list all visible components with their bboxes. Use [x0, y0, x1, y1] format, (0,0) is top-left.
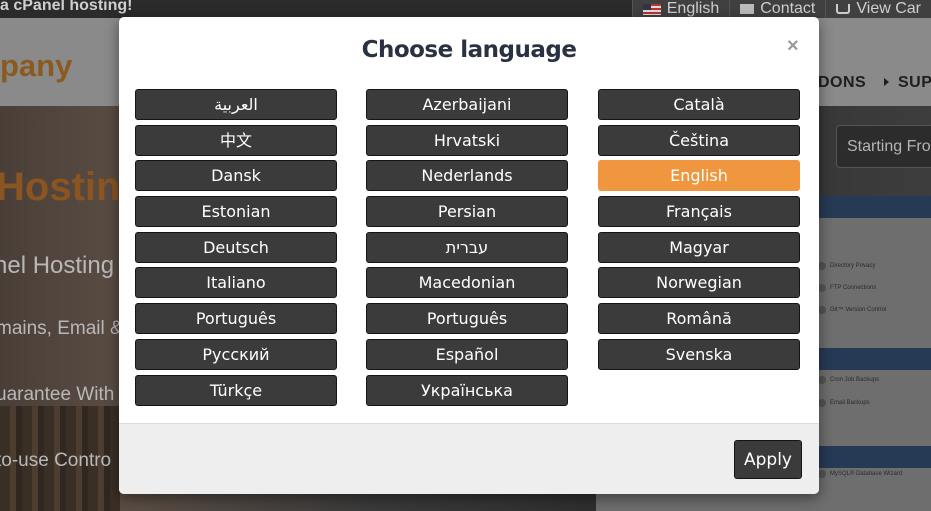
language-option[interactable]: Dansk [135, 160, 337, 192]
language-option[interactable]: Español [366, 338, 568, 370]
language-option[interactable]: Română [598, 303, 800, 335]
language-option[interactable]: Français [598, 196, 800, 228]
language-option[interactable]: Persian [366, 196, 568, 228]
language-option[interactable]: Estonian [135, 196, 337, 228]
language-option[interactable]: Português [366, 303, 568, 335]
language-option[interactable]: العربية [135, 89, 337, 120]
modal-title: Choose language [361, 37, 577, 63]
language-option[interactable]: Svenska [598, 338, 800, 370]
language-option[interactable]: Nederlands [366, 160, 568, 192]
apply-button[interactable]: Apply [734, 440, 802, 479]
close-icon[interactable]: × [787, 35, 799, 58]
language-option[interactable]: Українська [366, 374, 568, 406]
language-option[interactable]: Norwegian [598, 267, 800, 299]
language-column-2: Azerbaijani Hrvatski Nederlands Persian עברי… [366, 89, 568, 410]
language-option[interactable]: Azerbaijani [366, 89, 568, 120]
language-option[interactable]: Macedonian [366, 267, 568, 299]
language-column-1: العربية 中文 Dansk Estonian Deutsch Italiano Por… [135, 89, 337, 410]
language-option[interactable]: Deutsch [135, 231, 337, 263]
modal-footer: Apply [119, 423, 819, 494]
language-option[interactable]: Čeština [598, 124, 800, 156]
language-option[interactable]: Italiano [135, 267, 337, 299]
language-option[interactable]: Magyar [598, 231, 800, 263]
language-option[interactable]: Hrvatski [366, 124, 568, 156]
language-modal: Choose language × العربية 中文 Dansk Estonian… [119, 17, 819, 494]
language-option[interactable]: Português [135, 303, 337, 335]
language-column-3: Català Čeština English Français Magyar Norweg… [598, 89, 800, 375]
language-option[interactable]: Русский [135, 338, 337, 370]
language-option[interactable]: Türkçe [135, 374, 337, 406]
language-option[interactable]: English [598, 160, 800, 192]
language-option[interactable]: עברית [366, 231, 568, 263]
language-option[interactable]: 中文 [135, 124, 337, 156]
language-option[interactable]: Català [598, 89, 800, 120]
